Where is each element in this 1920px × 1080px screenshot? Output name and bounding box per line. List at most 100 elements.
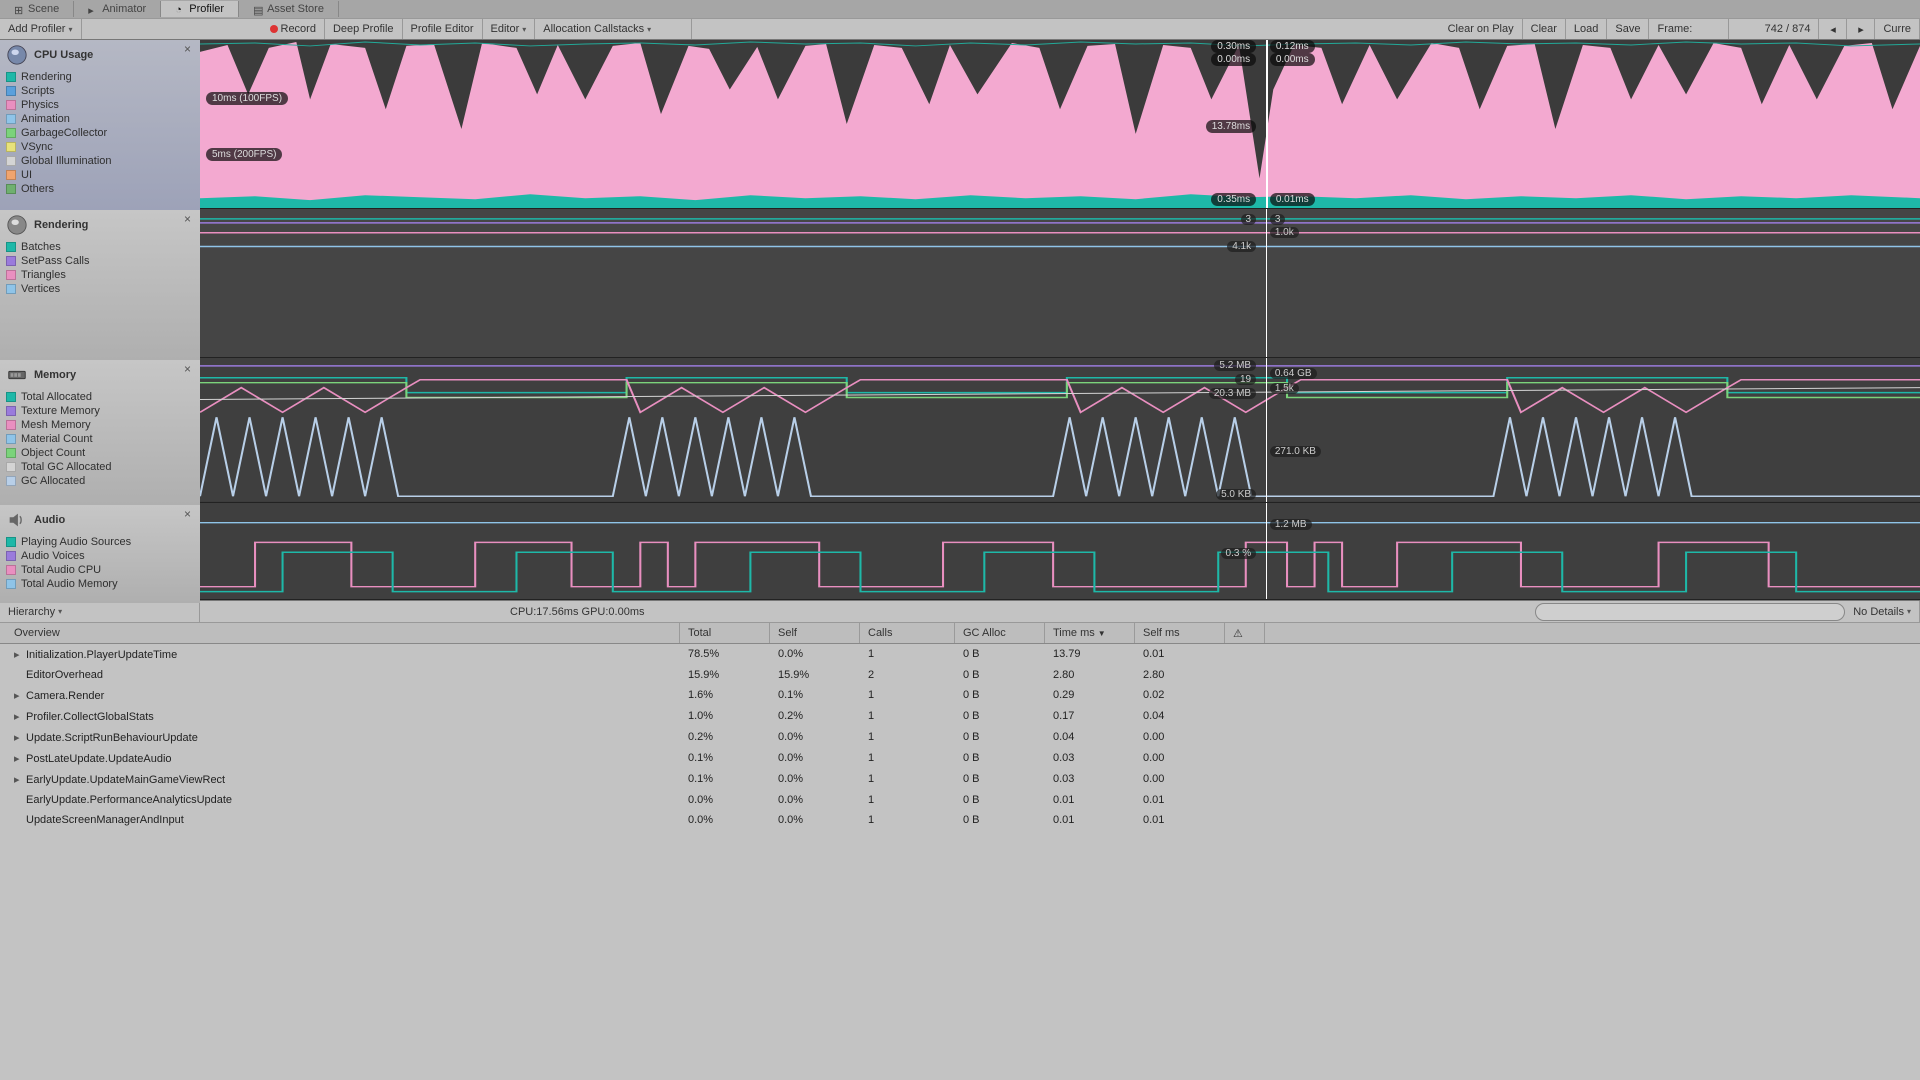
legend-item[interactable]: Object Count: [6, 446, 194, 460]
no-details-dropdown[interactable]: No Details: [1845, 601, 1920, 622]
table-row[interactable]: ▸Initialization.PlayerUpdateTime78.5%0.0…: [0, 644, 1920, 665]
table-row[interactable]: EarlyUpdate.PerformanceAnalyticsUpdate0.…: [0, 790, 1920, 810]
next-frame-button[interactable]: ▸: [1847, 19, 1875, 39]
overview-body[interactable]: ▸Initialization.PlayerUpdateTime78.5%0.0…: [0, 644, 1920, 1080]
current-button[interactable]: Curre: [1875, 19, 1920, 39]
legend-item[interactable]: Others: [6, 182, 194, 196]
profiler-toolbar: Add Profiler Record Deep Profile Profile…: [0, 18, 1920, 40]
cpu-chart[interactable]: 10ms (100FPS) 5ms (200FPS) 0.30ms 0.00ms…: [200, 40, 1920, 209]
expand-toggle-icon[interactable]: ▸: [14, 689, 24, 702]
load-button[interactable]: Load: [1566, 19, 1607, 39]
profile-editor-button[interactable]: Profile Editor: [403, 19, 483, 39]
table-row[interactable]: ▸Camera.Render1.6%0.1%10 B0.290.02: [0, 685, 1920, 706]
legend-label: Scripts: [21, 85, 55, 97]
legend-label: Global Illumination: [21, 155, 112, 167]
table-row[interactable]: UpdateScreenManagerAndInput0.0%0.0%10 B0…: [0, 810, 1920, 830]
table-row[interactable]: ▸Profiler.CollectGlobalStats1.0%0.2%10 B…: [0, 706, 1920, 727]
expand-toggle-icon[interactable]: ▸: [14, 648, 24, 661]
table-row[interactable]: EditorOverhead15.9%15.9%20 B2.802.80: [0, 665, 1920, 685]
search-container: [1535, 603, 1845, 621]
search-input[interactable]: [1535, 603, 1845, 621]
sidebar-section-rendering[interactable]: × Rendering BatchesSetPass CallsTriangle…: [0, 210, 200, 360]
expand-toggle-icon[interactable]: ▸: [14, 710, 24, 723]
col-selfms[interactable]: Self ms: [1135, 623, 1225, 643]
legend-label: Animation: [21, 113, 70, 125]
col-time[interactable]: Time ms▼: [1045, 623, 1135, 643]
sidebar-section-audio[interactable]: × Audio Playing Audio SourcesAudio Voice…: [0, 505, 200, 603]
save-button[interactable]: Save: [1607, 19, 1649, 39]
table-row[interactable]: ▸PostLateUpdate.UpdateAudio0.1%0.0%10 B0…: [0, 748, 1920, 769]
sidebar-section-cpu[interactable]: × CPU Usage RenderingScriptsPhysicsAnima…: [0, 40, 200, 210]
legend-label: Playing Audio Sources: [21, 536, 131, 548]
legend-item[interactable]: Playing Audio Sources: [6, 535, 194, 549]
legend-item[interactable]: Total Allocated: [6, 390, 194, 404]
rendering-chart[interactable]: 3 3 1.0k 4.1k: [200, 209, 1920, 358]
clear-on-play-button[interactable]: Clear on Play: [1440, 19, 1523, 39]
deep-profile-button[interactable]: Deep Profile: [325, 19, 403, 39]
sidebar-section-memory[interactable]: × Memory Total AllocatedTexture MemoryMe…: [0, 360, 200, 505]
legend-label: Total Allocated: [21, 391, 92, 403]
color-swatch: [6, 270, 16, 280]
close-icon[interactable]: ×: [184, 212, 196, 224]
legend-item[interactable]: GC Allocated: [6, 474, 194, 488]
add-profiler-dropdown[interactable]: Add Profiler: [0, 19, 82, 39]
legend-item[interactable]: Total Audio CPU: [6, 563, 194, 577]
target-dropdown[interactable]: Editor: [483, 19, 536, 39]
tab-asset-store[interactable]: ▤Asset Store: [239, 1, 339, 17]
legend-item[interactable]: GarbageCollector: [6, 126, 194, 140]
legend-item[interactable]: Material Count: [6, 432, 194, 446]
prev-frame-button[interactable]: ◂: [1819, 19, 1847, 39]
legend-item[interactable]: Physics: [6, 98, 194, 112]
legend-item[interactable]: Batches: [6, 240, 194, 254]
mem-g: 271.0 KB: [1270, 446, 1321, 457]
col-self[interactable]: Self: [770, 623, 860, 643]
row-time: 0.03: [1045, 771, 1135, 788]
legend-item[interactable]: Mesh Memory: [6, 418, 194, 432]
tab-profiler[interactable]: ◔Profiler: [161, 1, 239, 17]
playhead[interactable]: [1266, 40, 1268, 208]
legend-item[interactable]: Global Illumination: [6, 154, 194, 168]
legend-item[interactable]: SetPass Calls: [6, 254, 194, 268]
legend-item[interactable]: Scripts: [6, 84, 194, 98]
audio-chart[interactable]: 0.3 % 1.2 MB: [200, 503, 1920, 600]
expand-toggle-icon[interactable]: ▸: [14, 731, 24, 744]
col-calls[interactable]: Calls: [860, 623, 955, 643]
record-button[interactable]: Record: [262, 19, 325, 39]
legend-item[interactable]: UI: [6, 168, 194, 182]
table-row[interactable]: ▸EarlyUpdate.UpdateMainGameViewRect0.1%0…: [0, 769, 1920, 790]
legend-item[interactable]: VSync: [6, 140, 194, 154]
legend-item[interactable]: Total GC Allocated: [6, 460, 194, 474]
color-swatch: [6, 392, 16, 402]
legend-item[interactable]: Vertices: [6, 282, 194, 296]
expand-toggle-icon[interactable]: ▸: [14, 752, 24, 765]
expand-toggle-icon[interactable]: ▸: [14, 773, 24, 786]
playhead[interactable]: [1266, 358, 1267, 501]
row-self: 0.0%: [770, 750, 860, 767]
col-total[interactable]: Total: [680, 623, 770, 643]
legend-item[interactable]: Texture Memory: [6, 404, 194, 418]
playhead[interactable]: [1266, 503, 1267, 599]
profiler-charts[interactable]: 10ms (100FPS) 5ms (200FPS) 0.30ms 0.00ms…: [200, 40, 1920, 600]
playhead[interactable]: [1266, 209, 1267, 357]
close-icon[interactable]: ×: [184, 362, 196, 374]
tab-animator[interactable]: ▸Animator: [74, 1, 161, 17]
close-icon[interactable]: ×: [184, 42, 196, 54]
allocation-callstacks-dropdown[interactable]: Allocation Callstacks: [535, 19, 692, 39]
legend-item[interactable]: Rendering: [6, 70, 194, 84]
cpu-mid: 13.78ms: [1206, 120, 1256, 133]
clear-button[interactable]: Clear: [1523, 19, 1566, 39]
legend-item[interactable]: Triangles: [6, 268, 194, 282]
table-row[interactable]: ▸Update.ScriptRunBehaviourUpdate0.2%0.0%…: [0, 727, 1920, 748]
legend-label: Audio Voices: [21, 550, 85, 562]
memory-chart[interactable]: 5.2 MB 19 20.3 MB 5.0 KB 0.64 GB 1.5k 27…: [200, 358, 1920, 502]
legend-item[interactable]: Audio Voices: [6, 549, 194, 563]
tab-scene[interactable]: ⊞Scene: [0, 1, 74, 17]
col-overview[interactable]: Overview: [0, 623, 680, 643]
color-swatch: [6, 100, 16, 110]
legend-item[interactable]: Animation: [6, 112, 194, 126]
close-icon[interactable]: ×: [184, 507, 196, 519]
hierarchy-dropdown[interactable]: Hierarchy: [0, 601, 200, 622]
col-warnings[interactable]: ⚠: [1225, 623, 1265, 643]
legend-item[interactable]: Total Audio Memory: [6, 577, 194, 591]
col-gc[interactable]: GC Alloc: [955, 623, 1045, 643]
